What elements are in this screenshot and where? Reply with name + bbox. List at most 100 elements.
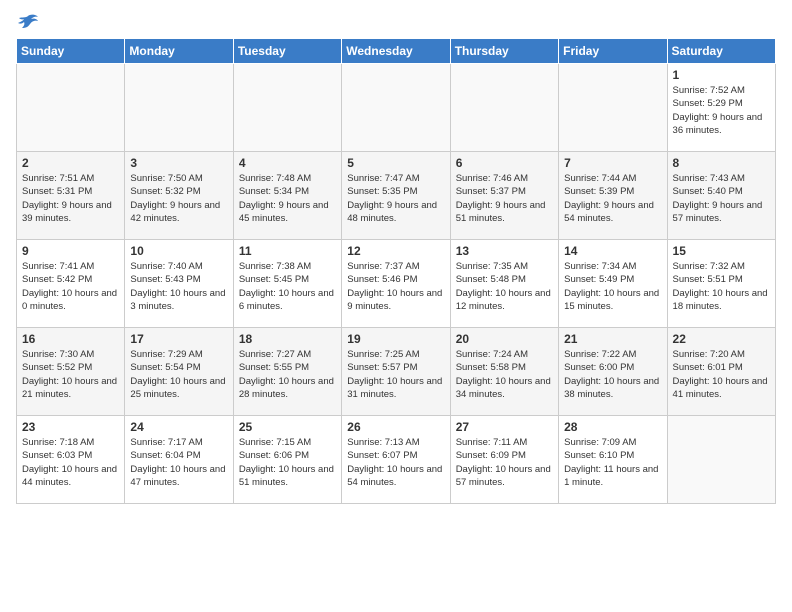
calendar-cell: 7 Sunrise: 7:44 AM Sunset: 5:39 PM Daylig… [559,152,667,240]
calendar-cell: 2 Sunrise: 7:51 AM Sunset: 5:31 PM Daylig… [17,152,125,240]
weekday-header-monday: Monday [125,39,233,64]
day-info: Sunrise: 7:11 AM Sunset: 6:09 PM Dayligh… [456,436,553,489]
day-info: Sunrise: 7:44 AM Sunset: 5:39 PM Dayligh… [564,172,661,225]
day-info: Sunrise: 7:24 AM Sunset: 5:58 PM Dayligh… [456,348,553,401]
day-number: 14 [564,244,661,258]
day-info: Sunrise: 7:34 AM Sunset: 5:49 PM Dayligh… [564,260,661,313]
calendar-cell: 26 Sunrise: 7:13 AM Sunset: 6:07 PM Dayli… [342,416,450,504]
day-info: Sunrise: 7:18 AM Sunset: 6:03 PM Dayligh… [22,436,119,489]
weekday-header-sunday: Sunday [17,39,125,64]
calendar-week-row: 2 Sunrise: 7:51 AM Sunset: 5:31 PM Daylig… [17,152,776,240]
calendar-cell [450,64,558,152]
calendar-cell: 17 Sunrise: 7:29 AM Sunset: 5:54 PM Dayli… [125,328,233,416]
calendar-cell: 6 Sunrise: 7:46 AM Sunset: 5:37 PM Daylig… [450,152,558,240]
calendar-cell: 19 Sunrise: 7:25 AM Sunset: 5:57 PM Dayli… [342,328,450,416]
calendar-cell: 9 Sunrise: 7:41 AM Sunset: 5:42 PM Daylig… [17,240,125,328]
calendar-cell: 23 Sunrise: 7:18 AM Sunset: 6:03 PM Dayli… [17,416,125,504]
day-number: 15 [673,244,770,258]
calendar-cell: 28Sunrise: 7:09 AM Sunset: 6:10 PM Dayli… [559,416,667,504]
day-number: 19 [347,332,444,346]
day-info: Sunrise: 7:13 AM Sunset: 6:07 PM Dayligh… [347,436,444,489]
calendar-header-row: SundayMondayTuesdayWednesdayThursdayFrid… [17,39,776,64]
calendar-cell: 12Sunrise: 7:37 AM Sunset: 5:46 PM Dayli… [342,240,450,328]
day-number: 28 [564,420,661,434]
calendar-week-row: 9 Sunrise: 7:41 AM Sunset: 5:42 PM Daylig… [17,240,776,328]
calendar-cell: 22 Sunrise: 7:20 AM Sunset: 6:01 PM Dayli… [667,328,775,416]
day-number: 27 [456,420,553,434]
day-number: 1 [673,68,770,82]
day-number: 16 [22,332,119,346]
day-number: 18 [239,332,336,346]
calendar-cell: 5 Sunrise: 7:47 AM Sunset: 5:35 PM Daylig… [342,152,450,240]
calendar-week-row: 1 Sunrise: 7:52 AM Sunset: 5:29 PM Daylig… [17,64,776,152]
calendar-week-row: 16 Sunrise: 7:30 AM Sunset: 5:52 PM Dayli… [17,328,776,416]
day-info: Sunrise: 7:32 AM Sunset: 5:51 PM Dayligh… [673,260,770,313]
day-info: Sunrise: 7:47 AM Sunset: 5:35 PM Dayligh… [347,172,444,225]
calendar-cell: 14 Sunrise: 7:34 AM Sunset: 5:49 PM Dayli… [559,240,667,328]
day-number: 10 [130,244,227,258]
day-number: 21 [564,332,661,346]
day-info: Sunrise: 7:52 AM Sunset: 5:29 PM Dayligh… [673,84,770,137]
calendar-cell [667,416,775,504]
logo-bird-icon [18,14,38,32]
day-info: Sunrise: 7:50 AM Sunset: 5:32 PM Dayligh… [130,172,227,225]
day-number: 8 [673,156,770,170]
day-info: Sunrise: 7:25 AM Sunset: 5:57 PM Dayligh… [347,348,444,401]
day-number: 17 [130,332,227,346]
calendar-cell: 18Sunrise: 7:27 AM Sunset: 5:55 PM Dayli… [233,328,341,416]
calendar-cell: 27 Sunrise: 7:11 AM Sunset: 6:09 PM Dayli… [450,416,558,504]
day-number: 9 [22,244,119,258]
weekday-header-tuesday: Tuesday [233,39,341,64]
day-number: 5 [347,156,444,170]
logo [16,16,38,28]
day-number: 26 [347,420,444,434]
day-info: Sunrise: 7:37 AM Sunset: 5:46 PM Dayligh… [347,260,444,313]
day-info: Sunrise: 7:35 AM Sunset: 5:48 PM Dayligh… [456,260,553,313]
day-number: 2 [22,156,119,170]
day-number: 25 [239,420,336,434]
calendar-cell: 3 Sunrise: 7:50 AM Sunset: 5:32 PM Daylig… [125,152,233,240]
day-number: 7 [564,156,661,170]
calendar-cell: 15 Sunrise: 7:32 AM Sunset: 5:51 PM Dayli… [667,240,775,328]
calendar-table: SundayMondayTuesdayWednesdayThursdayFrid… [16,38,776,504]
calendar-week-row: 23 Sunrise: 7:18 AM Sunset: 6:03 PM Dayli… [17,416,776,504]
day-info: Sunrise: 7:22 AM Sunset: 6:00 PM Dayligh… [564,348,661,401]
day-info: Sunrise: 7:48 AM Sunset: 5:34 PM Dayligh… [239,172,336,225]
day-info: Sunrise: 7:15 AM Sunset: 6:06 PM Dayligh… [239,436,336,489]
day-info: Sunrise: 7:46 AM Sunset: 5:37 PM Dayligh… [456,172,553,225]
weekday-header-thursday: Thursday [450,39,558,64]
calendar-cell [559,64,667,152]
calendar-cell: 25 Sunrise: 7:15 AM Sunset: 6:06 PM Dayli… [233,416,341,504]
weekday-header-wednesday: Wednesday [342,39,450,64]
page-header [16,16,776,28]
day-info: Sunrise: 7:40 AM Sunset: 5:43 PM Dayligh… [130,260,227,313]
day-number: 6 [456,156,553,170]
calendar-cell: 16 Sunrise: 7:30 AM Sunset: 5:52 PM Dayli… [17,328,125,416]
day-info: Sunrise: 7:29 AM Sunset: 5:54 PM Dayligh… [130,348,227,401]
calendar-cell: 24Sunrise: 7:17 AM Sunset: 6:04 PM Dayli… [125,416,233,504]
day-info: Sunrise: 7:20 AM Sunset: 6:01 PM Dayligh… [673,348,770,401]
day-number: 13 [456,244,553,258]
day-number: 20 [456,332,553,346]
day-info: Sunrise: 7:41 AM Sunset: 5:42 PM Dayligh… [22,260,119,313]
calendar-cell: 8 Sunrise: 7:43 AM Sunset: 5:40 PM Daylig… [667,152,775,240]
day-info: Sunrise: 7:38 AM Sunset: 5:45 PM Dayligh… [239,260,336,313]
calendar-cell [233,64,341,152]
calendar-cell: 1 Sunrise: 7:52 AM Sunset: 5:29 PM Daylig… [667,64,775,152]
calendar-cell [125,64,233,152]
day-number: 22 [673,332,770,346]
day-info: Sunrise: 7:51 AM Sunset: 5:31 PM Dayligh… [22,172,119,225]
day-info: Sunrise: 7:30 AM Sunset: 5:52 PM Dayligh… [22,348,119,401]
weekday-header-friday: Friday [559,39,667,64]
day-number: 11 [239,244,336,258]
weekday-header-saturday: Saturday [667,39,775,64]
calendar-cell [342,64,450,152]
calendar-cell: 10 Sunrise: 7:40 AM Sunset: 5:43 PM Dayli… [125,240,233,328]
day-number: 3 [130,156,227,170]
day-number: 4 [239,156,336,170]
day-number: 23 [22,420,119,434]
calendar-cell [17,64,125,152]
day-info: Sunrise: 7:43 AM Sunset: 5:40 PM Dayligh… [673,172,770,225]
calendar-cell: 21 Sunrise: 7:22 AM Sunset: 6:00 PM Dayli… [559,328,667,416]
calendar-cell: 13 Sunrise: 7:35 AM Sunset: 5:48 PM Dayli… [450,240,558,328]
